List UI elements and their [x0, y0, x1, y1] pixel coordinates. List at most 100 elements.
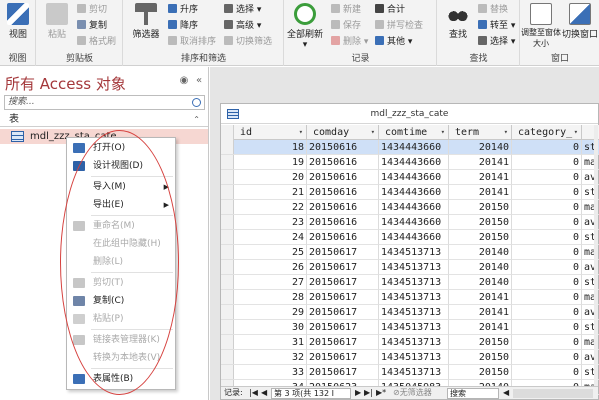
table-cell[interactable]: 1434443660	[379, 170, 449, 185]
table-cell[interactable]: 32	[234, 350, 307, 365]
nav-menu-icon[interactable]: ◉	[178, 75, 190, 87]
table-cell[interactable]: 20141	[449, 185, 512, 200]
goto-button[interactable]: 转至 ▾	[478, 20, 515, 33]
table-cell[interactable]: 1434443660	[379, 230, 449, 245]
table-cell[interactable]: 20150617	[307, 260, 379, 275]
table-cell[interactable]: 20150617	[307, 290, 379, 305]
record-selector[interactable]	[221, 155, 234, 170]
table-cell[interactable]: 20150	[449, 200, 512, 215]
fit-form-button[interactable]: 调整至窗体大小	[521, 3, 561, 49]
hscroll-left-icon[interactable]: ◀	[503, 387, 509, 399]
last-record-icon[interactable]: ▶|	[364, 387, 373, 399]
table-cell[interactable]: 33	[234, 365, 307, 380]
table-cell[interactable]: 20150616	[307, 215, 379, 230]
nav-section-tables[interactable]: 表 ⌃	[0, 113, 208, 127]
table-cell[interactable]: 1434513713	[379, 335, 449, 350]
table-cell[interactable]: 20150617	[307, 335, 379, 350]
more-button[interactable]: 其他 ▾	[375, 36, 412, 49]
copy-button[interactable]: 复制	[77, 20, 107, 33]
table-cell[interactable]: 0	[512, 170, 582, 185]
totals-button[interactable]: 合计	[375, 4, 405, 17]
table-cell[interactable]: 0	[512, 185, 582, 200]
table-cell[interactable]: 20150	[449, 350, 512, 365]
first-record-icon[interactable]: |◀	[249, 387, 258, 399]
table-cell[interactable]: 1434513713	[379, 290, 449, 305]
find-button[interactable]: 查找	[440, 3, 476, 40]
table-cell[interactable]: 20150616	[307, 155, 379, 170]
previous-record-icon[interactable]: ◀	[261, 387, 267, 399]
record-selector[interactable]	[221, 320, 234, 335]
datasheet-tab[interactable]: mdl_zzz_sta_cate	[221, 104, 598, 124]
table-cell[interactable]: 20150616	[307, 185, 379, 200]
no-filter-indicator[interactable]: ⊘ 无筛选器	[393, 387, 432, 399]
cut-button[interactable]: 剪切	[77, 4, 107, 17]
view-button[interactable]: 视图	[0, 3, 36, 40]
context-menu-item[interactable]: 删除(L)	[67, 253, 175, 271]
table-cell[interactable]: 0	[512, 350, 582, 365]
collapse-icon[interactable]: «	[193, 75, 205, 87]
table-cell[interactable]: 1434513713	[379, 365, 449, 380]
record-selector[interactable]	[221, 215, 234, 230]
table-cell[interactable]: 20140	[449, 275, 512, 290]
context-menu-item[interactable]: 粘贴(P)	[67, 310, 175, 328]
table-cell[interactable]: 1434513713	[379, 320, 449, 335]
column-dropdown-icon[interactable]: ▾	[574, 125, 578, 139]
record-search-input[interactable]: 搜索	[447, 388, 499, 399]
table-cell[interactable]: 0	[512, 230, 582, 245]
select-button[interactable]: 选择 ▾	[478, 36, 515, 49]
record-selector[interactable]	[221, 305, 234, 320]
table-cell[interactable]: 21	[234, 185, 307, 200]
column-header[interactable]: comtime ▾	[379, 125, 449, 140]
table-cell[interactable]: 26	[234, 260, 307, 275]
table-cell[interactable]: 0	[512, 155, 582, 170]
column-dropdown-icon[interactable]: ▾	[441, 125, 445, 139]
column-dropdown-icon[interactable]: ▾	[371, 125, 375, 139]
current-record-input[interactable]: 第 3 项(共 132 I	[271, 388, 351, 399]
clear-sort-button[interactable]: 取消排序	[168, 36, 216, 49]
table-cell[interactable]: 20150	[449, 215, 512, 230]
context-menu-item[interactable]: 转换为本地表(V)	[67, 349, 175, 367]
table-cell[interactable]: 0	[512, 200, 582, 215]
horizontal-scrollbar[interactable]	[513, 389, 593, 398]
table-cell[interactable]: 0	[512, 275, 582, 290]
delete-record-button[interactable]: 删除 ▾	[331, 36, 368, 49]
table-cell[interactable]: 29	[234, 305, 307, 320]
table-cell[interactable]: 20140	[449, 260, 512, 275]
table-cell[interactable]: 0	[512, 140, 582, 155]
context-menu-item[interactable]: 复制(C)	[67, 292, 175, 310]
table-cell[interactable]: 20	[234, 170, 307, 185]
table-cell[interactable]: 0	[512, 365, 582, 380]
table-cell[interactable]: 0	[512, 305, 582, 320]
table-cell[interactable]: 20141	[449, 290, 512, 305]
advanced-button[interactable]: 高级 ▾	[224, 20, 261, 33]
table-cell[interactable]: 20140	[449, 245, 512, 260]
next-record-icon[interactable]: ▶	[355, 387, 361, 399]
table-cell[interactable]: 0	[512, 215, 582, 230]
toggle-filter-button[interactable]: 切换筛选	[224, 36, 272, 49]
table-cell[interactable]: 1434443660	[379, 185, 449, 200]
record-selector[interactable]	[221, 200, 234, 215]
table-cell[interactable]: 30	[234, 320, 307, 335]
nav-pane-title[interactable]: 所有 Access 对象	[5, 73, 126, 94]
table-cell[interactable]: 20150	[449, 230, 512, 245]
table-cell[interactable]: 1434443660	[379, 215, 449, 230]
column-header[interactable]: category_ ▾	[512, 125, 582, 140]
table-cell[interactable]: 1434513713	[379, 350, 449, 365]
table-cell[interactable]: 1434513713	[379, 245, 449, 260]
table-cell[interactable]: 20150617	[307, 320, 379, 335]
column-header[interactable]: term ▾	[449, 125, 512, 140]
table-cell[interactable]: 24	[234, 230, 307, 245]
column-header[interactable]: comday ▾	[307, 125, 379, 140]
table-cell[interactable]: 19	[234, 155, 307, 170]
table-cell[interactable]: 20141	[449, 170, 512, 185]
spelling-button[interactable]: 拼写检查	[375, 20, 423, 33]
table-cell[interactable]: 20150616	[307, 230, 379, 245]
context-menu-item[interactable]: 在此组中隐藏(H)	[67, 235, 175, 253]
table-cell[interactable]: 31	[234, 335, 307, 350]
table-cell[interactable]: 20140	[449, 140, 512, 155]
context-menu-item[interactable]: 链接表管理器(K)	[67, 331, 175, 349]
table-cell[interactable]: 1434513713	[379, 260, 449, 275]
table-cell[interactable]: 20150	[449, 335, 512, 350]
table-cell[interactable]: 0	[512, 290, 582, 305]
sort-descending-button[interactable]: 降序	[168, 20, 198, 33]
